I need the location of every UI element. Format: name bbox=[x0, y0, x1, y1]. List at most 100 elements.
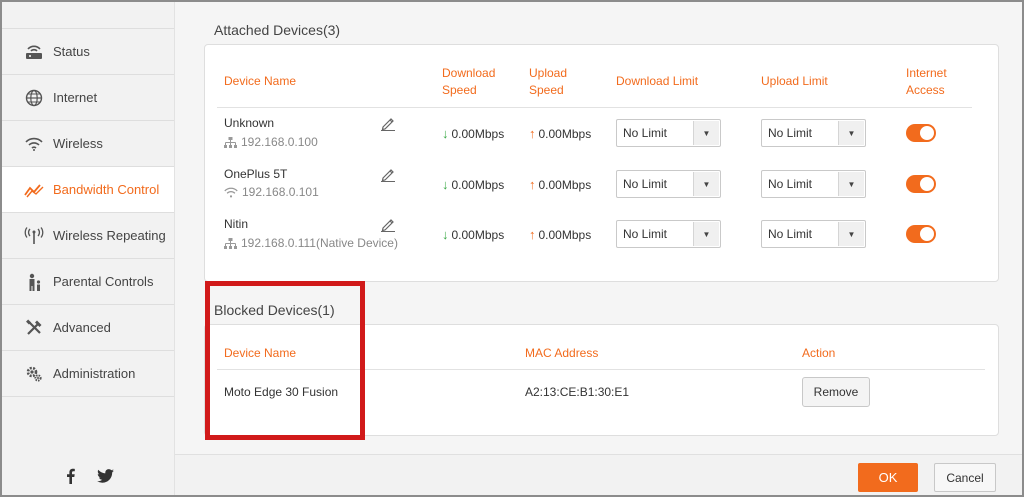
select-value: No Limit bbox=[768, 177, 813, 191]
sidebar-item-advanced[interactable]: Advanced bbox=[2, 305, 174, 351]
internet-access-toggle[interactable] bbox=[906, 225, 936, 243]
col-upload-limit: Upload Limit bbox=[761, 74, 828, 88]
device-ip: 192.168.0.101 bbox=[224, 185, 319, 199]
sidebar: Status Internet Wireless Bandwidth Contr… bbox=[2, 2, 175, 495]
remove-button[interactable]: Remove bbox=[802, 377, 870, 407]
download-speed: ↓ 0.00Mbps bbox=[442, 177, 504, 192]
mac-address: A2:13:CE:B1:30:E1 bbox=[525, 385, 630, 399]
header-text: Download bbox=[442, 66, 496, 80]
sidebar-item-label: Administration bbox=[53, 366, 136, 381]
sidebar-item-internet[interactable]: Internet bbox=[2, 75, 174, 121]
download-limit-select[interactable]: No Limit ▼ bbox=[616, 220, 721, 248]
sidebar-item-parental-controls[interactable]: Parental Controls bbox=[2, 259, 174, 305]
upload-speed: ↑ 0.00Mbps bbox=[529, 227, 591, 242]
select-value: No Limit bbox=[768, 227, 813, 241]
cancel-button[interactable]: Cancel bbox=[934, 463, 996, 492]
footer-bar: OK Cancel bbox=[175, 454, 1022, 495]
sidebar-item-label: Wireless bbox=[53, 136, 103, 151]
col-mac-address: MAC Address bbox=[525, 346, 599, 360]
speed-text: 0.00Mbps bbox=[538, 177, 592, 192]
facebook-icon[interactable] bbox=[66, 468, 75, 489]
arrow-down-icon: ↓ bbox=[442, 126, 449, 141]
device-name: Unknown bbox=[224, 116, 275, 130]
internet-access-toggle[interactable] bbox=[906, 124, 936, 142]
header-text: Speed bbox=[529, 83, 564, 97]
dropdown-arrow-icon[interactable]: ▼ bbox=[838, 121, 864, 145]
sidebar-item-wireless-repeating[interactable]: Wireless Repeating bbox=[2, 213, 174, 259]
router-admin-window: Status Internet Wireless Bandwidth Contr… bbox=[0, 0, 1024, 497]
arrow-up-icon: ↑ bbox=[529, 227, 536, 242]
device-name: OnePlus 5T bbox=[224, 167, 288, 181]
speed-text: 0.00Mbps bbox=[451, 126, 505, 141]
download-limit-select[interactable]: No Limit ▼ bbox=[616, 119, 721, 147]
wifi-icon bbox=[23, 133, 45, 155]
device-ip: 192.168.0.111(Native Device) bbox=[224, 236, 398, 250]
upload-limit-select[interactable]: No Limit ▼ bbox=[761, 119, 866, 147]
sidebar-item-label: Internet bbox=[53, 90, 98, 105]
bandwidth-icon bbox=[23, 179, 45, 201]
sidebar-item-administration[interactable]: Administration bbox=[2, 351, 174, 397]
device-ip: 192.168.0.100 bbox=[224, 135, 318, 149]
upload-limit-select[interactable]: No Limit ▼ bbox=[761, 170, 866, 198]
dropdown-arrow-icon[interactable]: ▼ bbox=[693, 222, 719, 246]
social-links bbox=[66, 468, 114, 489]
col-upload-speed: Upload Speed bbox=[529, 65, 567, 99]
edit-icon[interactable] bbox=[380, 115, 396, 131]
download-limit-select[interactable]: No Limit ▼ bbox=[616, 170, 721, 198]
router-icon bbox=[23, 41, 45, 63]
download-speed: ↓ 0.00Mbps bbox=[442, 227, 504, 242]
sidebar-item-label: Advanced bbox=[53, 320, 111, 335]
col-device-name: Device Name bbox=[224, 74, 297, 88]
edit-icon[interactable] bbox=[380, 166, 396, 182]
arrow-down-icon: ↓ bbox=[442, 227, 449, 242]
col-internet-access: Internet Access bbox=[906, 65, 947, 99]
twitter-icon[interactable] bbox=[97, 469, 114, 488]
wired-icon bbox=[224, 136, 237, 148]
arrow-down-icon: ↓ bbox=[442, 177, 449, 192]
upload-speed: ↑ 0.00Mbps bbox=[529, 126, 591, 141]
col-action: Action bbox=[802, 346, 836, 360]
dropdown-arrow-icon[interactable]: ▼ bbox=[838, 222, 864, 246]
header-divider bbox=[217, 107, 972, 108]
header-text: Access bbox=[906, 83, 945, 97]
sidebar-item-label: Wireless Repeating bbox=[53, 228, 166, 243]
select-value: No Limit bbox=[623, 227, 668, 241]
select-value: No Limit bbox=[768, 126, 813, 140]
sidebar-item-label: Status bbox=[53, 44, 90, 59]
edit-icon[interactable] bbox=[380, 216, 396, 232]
ok-button[interactable]: OK bbox=[858, 463, 918, 492]
globe-icon bbox=[23, 87, 45, 109]
select-value: No Limit bbox=[623, 177, 668, 191]
attached-devices-title: Attached Devices(3) bbox=[214, 22, 341, 38]
gears-icon bbox=[23, 363, 45, 385]
col-download-speed: Download Speed bbox=[442, 65, 495, 99]
sidebar-item-label: Bandwidth Control bbox=[53, 182, 160, 197]
sidebar-item-bandwidth-control[interactable]: Bandwidth Control bbox=[2, 167, 174, 213]
upload-speed: ↑ 0.00Mbps bbox=[529, 177, 591, 192]
dropdown-arrow-icon[interactable]: ▼ bbox=[838, 172, 864, 196]
sidebar-item-status[interactable]: Status bbox=[2, 29, 174, 75]
select-value: No Limit bbox=[623, 126, 668, 140]
antenna-icon bbox=[23, 225, 45, 247]
tools-icon bbox=[23, 317, 45, 339]
speed-text: 0.00Mbps bbox=[451, 227, 505, 242]
header-text: Speed bbox=[442, 83, 477, 97]
attached-devices-card: Device Name Download Speed Upload Speed … bbox=[204, 44, 999, 282]
col-download-limit: Download Limit bbox=[616, 74, 699, 88]
internet-access-toggle[interactable] bbox=[906, 175, 936, 193]
speed-text: 0.00Mbps bbox=[538, 227, 592, 242]
ip-text: 192.168.0.100 bbox=[241, 135, 318, 149]
header-text: Internet bbox=[906, 66, 947, 80]
highlight-box bbox=[205, 281, 365, 440]
ip-text: 192.168.0.111(Native Device) bbox=[241, 236, 398, 250]
download-speed: ↓ 0.00Mbps bbox=[442, 126, 504, 141]
dropdown-arrow-icon[interactable]: ▼ bbox=[693, 121, 719, 145]
header-text: Upload bbox=[529, 66, 568, 80]
dropdown-arrow-icon[interactable]: ▼ bbox=[693, 172, 719, 196]
arrow-up-icon: ↑ bbox=[529, 177, 536, 192]
sidebar-item-wireless[interactable]: Wireless bbox=[2, 121, 174, 167]
speed-text: 0.00Mbps bbox=[451, 177, 505, 192]
wired-icon bbox=[224, 237, 237, 249]
upload-limit-select[interactable]: No Limit ▼ bbox=[761, 220, 866, 248]
wifi-icon bbox=[224, 187, 238, 197]
